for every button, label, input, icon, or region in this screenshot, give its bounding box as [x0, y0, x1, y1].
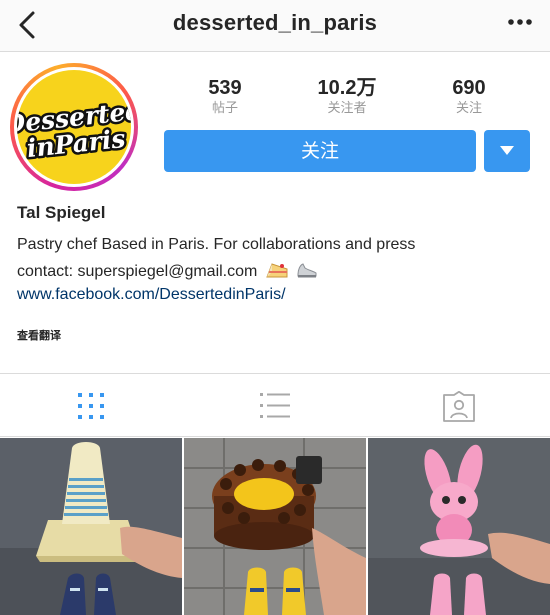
bio-line-2-wrap: contact: superspiegel@gmail.com [17, 258, 517, 285]
grid-post-3[interactable] [368, 438, 550, 615]
sneaker-emoji-icon [297, 263, 317, 278]
suggested-accounts-dropdown-button[interactable] [484, 130, 530, 172]
avatar-image: Desserted Desserted inParis inParis [17, 70, 131, 184]
stat-following-count: 690 [452, 77, 486, 99]
tab-list-view[interactable] [183, 374, 366, 437]
post-image-chocolate-cake [184, 438, 366, 615]
stat-posts[interactable]: 539 帖子 [170, 77, 280, 116]
top-bar: desserted_in_paris [0, 0, 550, 52]
more-options-icon [508, 19, 532, 25]
desserted-in-paris-logo: Desserted Desserted inParis inParis [17, 93, 131, 165]
tab-tagged[interactable] [366, 374, 549, 437]
tab-grid-view[interactable] [0, 374, 183, 437]
more-options-button[interactable] [506, 14, 534, 34]
grid-post-1[interactable] [0, 438, 182, 615]
profile-full-name: Tal Spiegel [17, 203, 106, 222]
stat-following[interactable]: 690 关注 [414, 77, 524, 116]
post-image-pink-bunny-pastry [368, 438, 550, 615]
profile-bio: Pastry chef Based in Paris. For collabor… [17, 231, 517, 285]
tagged-person-icon [443, 391, 475, 422]
profile-tab-bar [0, 373, 550, 437]
see-translation-link[interactable]: 查看翻译 [17, 327, 61, 343]
bio-line-1: Pastry chef Based in Paris. For collabor… [17, 236, 416, 253]
post-image-striped-pastry [0, 438, 182, 615]
triangle-down-icon [500, 146, 514, 155]
profile-website-link[interactable]: www.facebook.com/DessertedinParis/ [17, 286, 286, 304]
follow-button[interactable]: 关注 [164, 130, 476, 172]
stat-followers-count: 10.2万 [317, 77, 377, 99]
grid-icon [78, 393, 104, 419]
stat-following-label: 关注 [455, 100, 482, 115]
stat-followers-label: 关注者 [327, 100, 367, 115]
stat-posts-count: 539 [208, 77, 242, 99]
avatar[interactable]: Desserted Desserted inParis inParis [10, 63, 138, 191]
avatar-border: Desserted Desserted inParis inParis [14, 67, 134, 187]
grid-post-2[interactable] [184, 438, 366, 615]
profile-username-title: desserted_in_paris [172, 10, 378, 35]
bio-line-2: contact: superspiegel@gmail.com [17, 263, 258, 280]
cake-emoji-icon [266, 263, 288, 278]
stat-followers[interactable]: 10.2万 关注者 [292, 77, 402, 116]
stat-posts-label: 帖子 [211, 100, 238, 115]
list-icon [260, 393, 290, 418]
